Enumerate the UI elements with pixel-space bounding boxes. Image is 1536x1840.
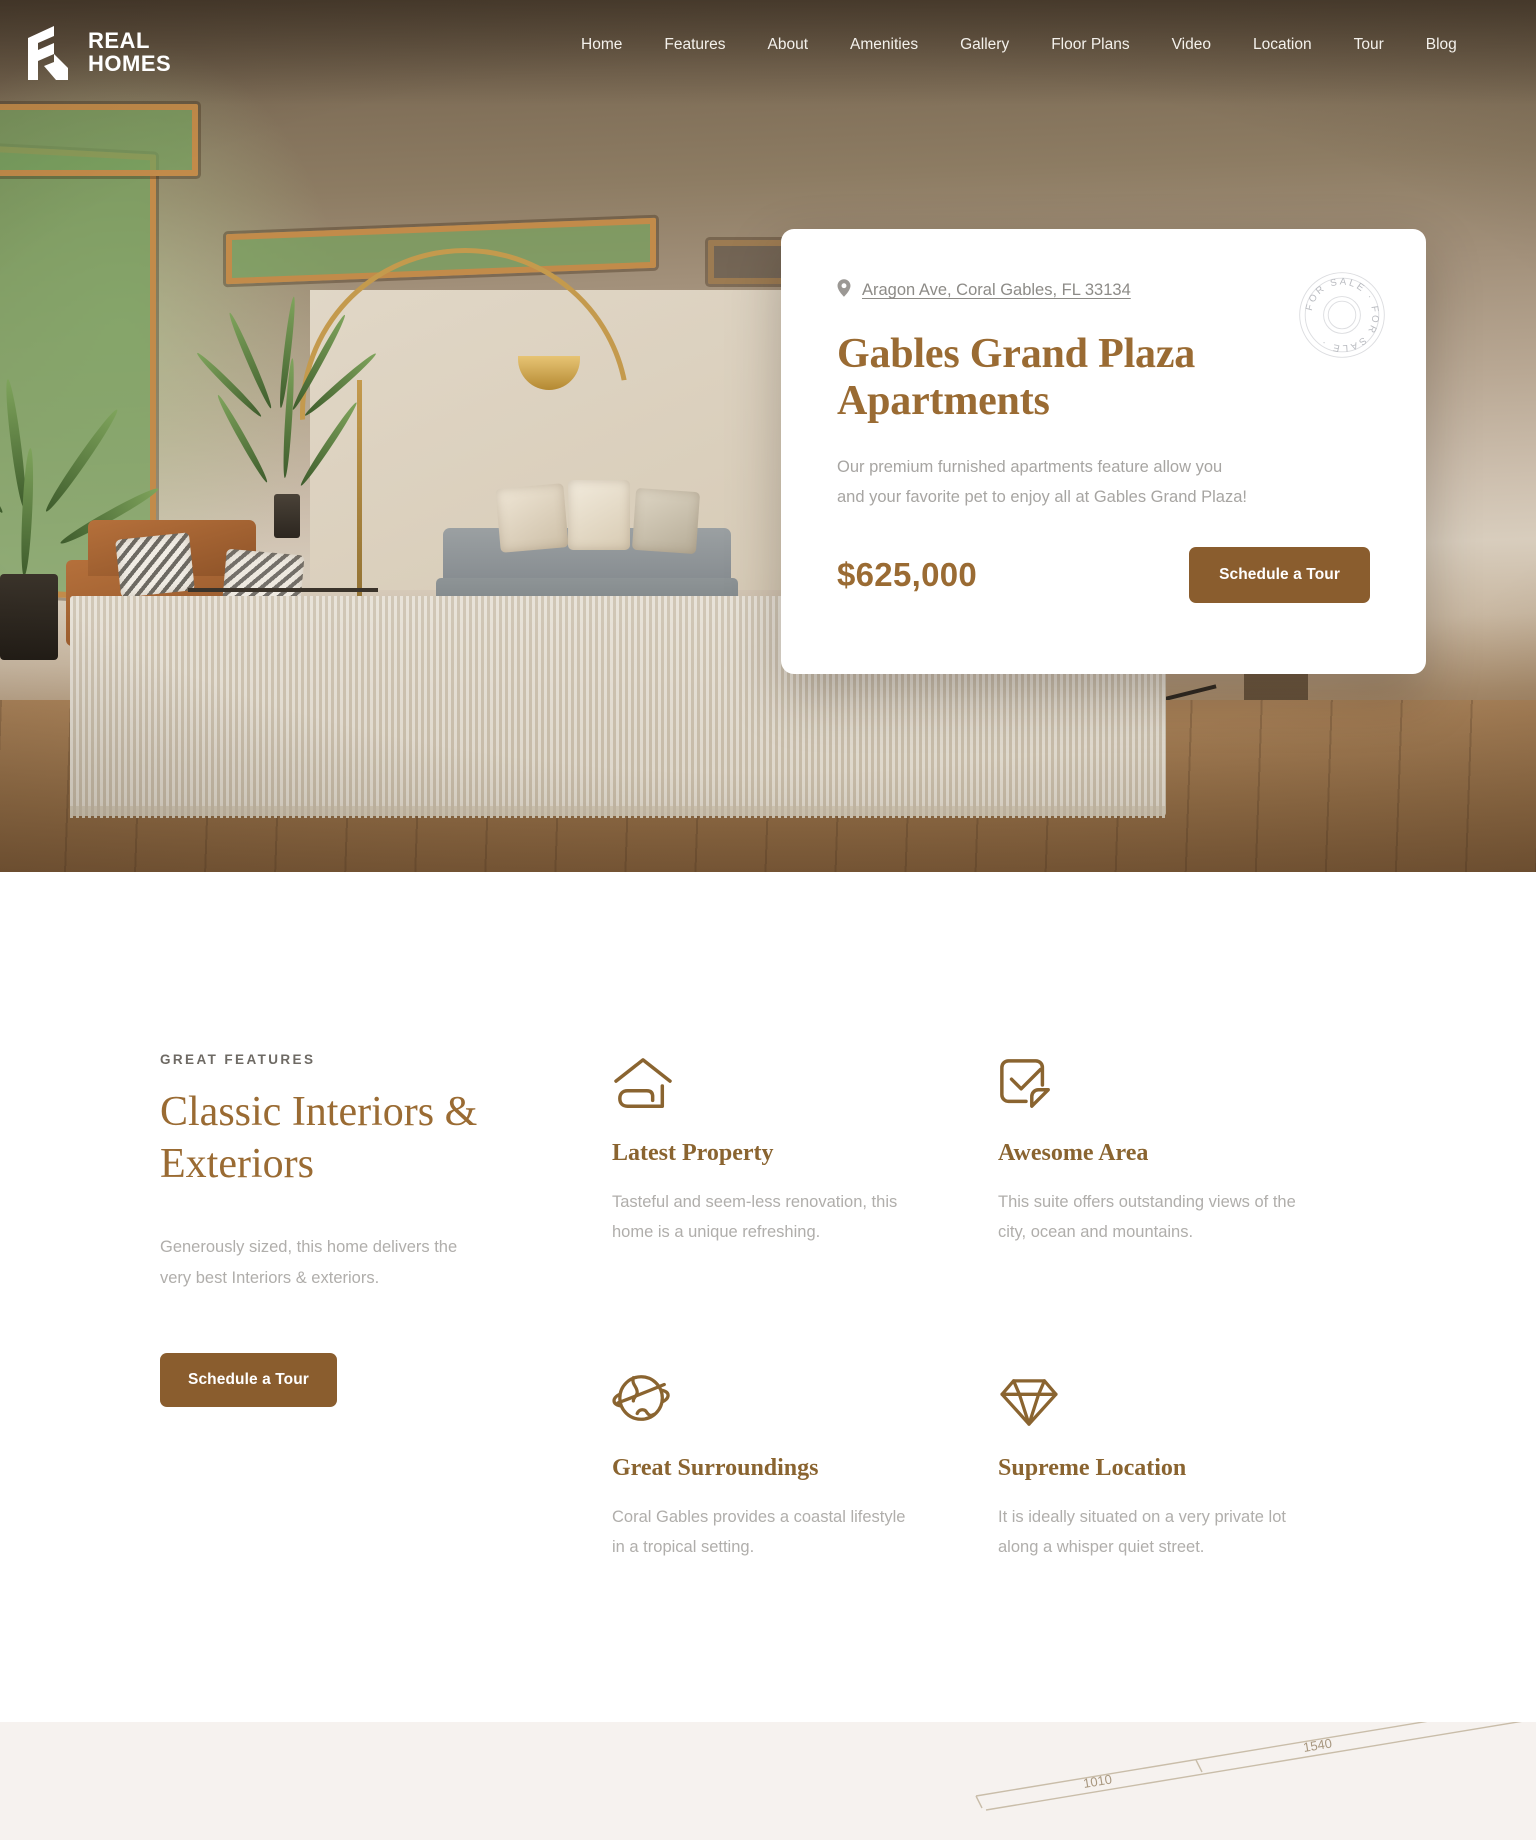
svg-text:FOR SALE · FOR SALE ·: FOR SALE · FOR SALE · <box>1304 276 1381 353</box>
floor-plan-drawing: 1010 1540 <box>975 1722 1522 1811</box>
nav-item-gallery[interactable]: Gallery <box>939 36 1030 54</box>
site-header: REAL HOMES Home Features About Amenities… <box>0 0 1536 105</box>
property-title: Gables Grand Plaza Apartments <box>837 331 1196 425</box>
diamond-icon <box>998 1365 1298 1427</box>
features-section: GREAT FEATURES Classic Interiors & Exter… <box>0 872 1536 1722</box>
feature-title: Great Surroundings <box>612 1455 819 1482</box>
features-eyebrow: GREAT FEATURES <box>160 1052 316 1067</box>
nav-item-features[interactable]: Features <box>643 36 746 54</box>
feature-text: It is ideally situated on a very private… <box>998 1508 1286 1557</box>
nav-item-blog[interactable]: Blog <box>1405 36 1478 54</box>
feature-card-supreme-location: Supreme Location It is ideally situated … <box>998 1365 1298 1562</box>
feature-text: Tasteful and seem-less renovation, this … <box>612 1193 898 1242</box>
nav-item-floor-plans[interactable]: Floor Plans <box>1030 36 1150 54</box>
real-homes-logo-icon <box>24 24 74 82</box>
floor-plans-section: 1010 1540 <box>0 1722 1536 1840</box>
hero-section: REAL HOMES Home Features About Amenities… <box>0 0 1536 872</box>
property-card: Aragon Ave, Coral Gables, FL 33134 Gable… <box>781 229 1426 674</box>
for-sale-seal-text: FOR SALE · FOR SALE · <box>1304 276 1378 353</box>
feature-title: Awesome Area <box>998 1140 1149 1166</box>
globe-orbit-icon <box>612 1365 912 1427</box>
feature-text: Coral Gables provides a coastal lifestyl… <box>612 1508 906 1557</box>
floor-plan-dimension-label: 1010 <box>1082 1771 1113 1791</box>
feature-card-latest-property: Latest Property Tasteful and seem-less r… <box>612 1050 912 1247</box>
feature-title: Supreme Location <box>998 1455 1187 1482</box>
feature-card-awesome-area: Awesome Area This suite offers outstandi… <box>998 1050 1298 1247</box>
house-outline-icon <box>612 1050 912 1112</box>
features-paragraph: Generously sized, this home delivers the… <box>160 1238 458 1287</box>
feature-text: This suite offers outstanding views of t… <box>998 1193 1296 1242</box>
features-heading: Classic Interiors & Exteriors <box>160 1089 478 1187</box>
nav-item-video[interactable]: Video <box>1151 36 1232 54</box>
checkbox-check-icon <box>998 1050 1298 1112</box>
for-sale-seal-icon: FOR SALE · FOR SALE · <box>1296 269 1388 361</box>
nav-item-amenities[interactable]: Amenities <box>829 36 939 54</box>
brand-line-1: REAL <box>88 27 150 53</box>
floor-plan-dimension-label: 1540 <box>1302 1735 1333 1755</box>
features-grid: Latest Property Tasteful and seem-less r… <box>612 1050 1384 1562</box>
brand-line-2: HOMES <box>88 50 172 76</box>
features-intro: GREAT FEATURES Classic Interiors & Exter… <box>160 1052 490 1408</box>
feature-title: Latest Property <box>612 1140 774 1166</box>
nav-item-home[interactable]: Home <box>560 36 643 54</box>
nav-item-tour[interactable]: Tour <box>1333 36 1405 54</box>
schedule-tour-button-features[interactable]: Schedule a Tour <box>160 1353 337 1408</box>
property-address-link[interactable]: Aragon Ave, Coral Gables, FL 33134 <box>862 281 1131 300</box>
property-price: $625,000 <box>837 555 978 593</box>
brand-logo[interactable]: REAL HOMES <box>24 24 171 82</box>
property-description: Our premium furnished apartments feature… <box>837 457 1247 506</box>
map-pin-icon <box>837 279 851 302</box>
schedule-tour-button-hero[interactable]: Schedule a Tour <box>1189 546 1370 603</box>
nav-item-location[interactable]: Location <box>1232 36 1333 54</box>
feature-card-great-surroundings: Great Surroundings Coral Gables provides… <box>612 1365 912 1562</box>
primary-navigation: Home Features About Amenities Gallery Fl… <box>560 36 1478 54</box>
brand-name: REAL HOMES <box>88 27 172 76</box>
property-card-footer: $625,000 Schedule a Tour <box>837 546 1370 603</box>
property-address[interactable]: Aragon Ave, Coral Gables, FL 33134 <box>837 279 1370 302</box>
nav-item-about[interactable]: About <box>747 36 830 54</box>
